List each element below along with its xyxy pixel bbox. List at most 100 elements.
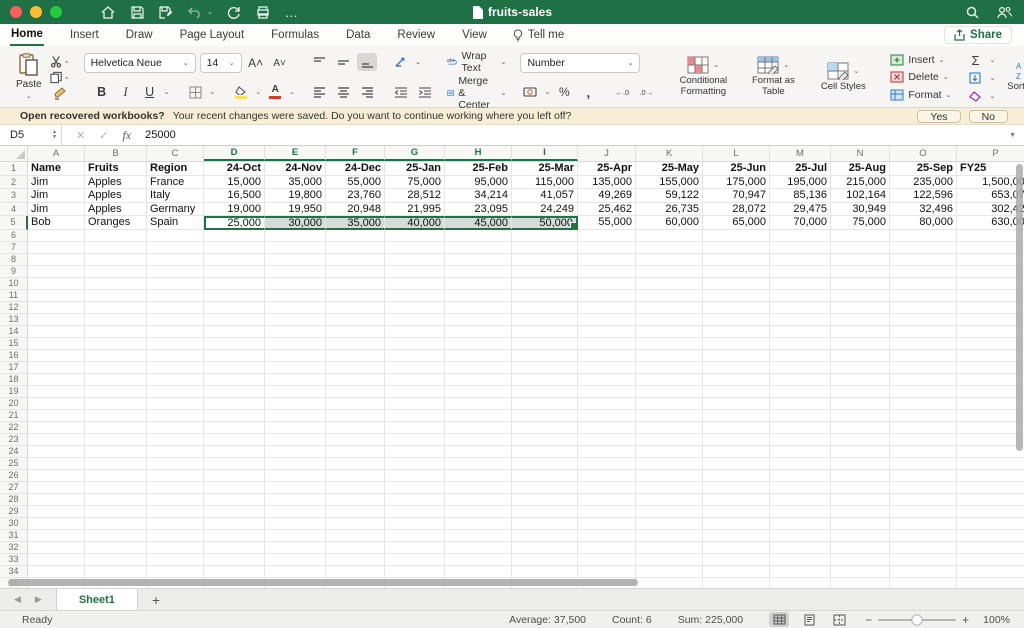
cell-L32[interactable]	[703, 542, 770, 554]
cell-D31[interactable]	[204, 530, 265, 542]
cell-D32[interactable]	[204, 542, 265, 554]
cell-I15[interactable]	[512, 338, 578, 350]
format-as-table-button[interactable]: ⌄ Format as Table	[740, 55, 806, 99]
row-header-22[interactable]: 22	[0, 422, 28, 434]
cell-B18[interactable]	[85, 374, 147, 386]
cell-F34[interactable]	[326, 566, 385, 578]
cell-O10[interactable]	[890, 278, 957, 290]
cell-J8[interactable]	[578, 254, 636, 266]
cell-P17[interactable]	[957, 362, 1024, 374]
cell-M13[interactable]	[770, 314, 831, 326]
cell-D12[interactable]	[204, 302, 265, 314]
cell-E21[interactable]	[265, 410, 326, 422]
cell-J7[interactable]	[578, 242, 636, 254]
cell-C24[interactable]	[147, 446, 204, 458]
cell-N9[interactable]	[831, 266, 890, 278]
row-header-4[interactable]: 4	[0, 203, 28, 217]
cell-G27[interactable]	[385, 482, 445, 494]
cell-H10[interactable]	[445, 278, 512, 290]
cell-C2[interactable]: France	[147, 176, 204, 190]
cell-K29[interactable]	[636, 506, 703, 518]
cell-P26[interactable]	[957, 470, 1024, 482]
cell-A16[interactable]	[28, 350, 85, 362]
cell-K7[interactable]	[636, 242, 703, 254]
cell-D20[interactable]	[204, 398, 265, 410]
cell-K14[interactable]	[636, 326, 703, 338]
cell-N10[interactable]	[831, 278, 890, 290]
cell-N27[interactable]	[831, 482, 890, 494]
cell-M14[interactable]	[770, 326, 831, 338]
cell-M26[interactable]	[770, 470, 831, 482]
tab-draw[interactable]: Draw	[125, 26, 154, 45]
cell-N6[interactable]	[831, 230, 890, 242]
cell-J29[interactable]	[578, 506, 636, 518]
cell-H9[interactable]	[445, 266, 512, 278]
cell-A34[interactable]	[28, 566, 85, 578]
cell-L21[interactable]	[703, 410, 770, 422]
cell-J14[interactable]	[578, 326, 636, 338]
cell-E12[interactable]	[265, 302, 326, 314]
cell-H20[interactable]	[445, 398, 512, 410]
cell-G3[interactable]: 28,512	[385, 189, 445, 203]
cell-K18[interactable]	[636, 374, 703, 386]
cell-A33[interactable]	[28, 554, 85, 566]
cell-P35[interactable]	[957, 578, 1024, 589]
cell-P8[interactable]	[957, 254, 1024, 266]
cell-F26[interactable]	[326, 470, 385, 482]
cell-B1[interactable]: Fruits	[85, 162, 147, 176]
cell-O8[interactable]	[890, 254, 957, 266]
cell-N13[interactable]	[831, 314, 890, 326]
column-header-A[interactable]: A	[28, 146, 85, 161]
cell-F2[interactable]: 55,000	[326, 176, 385, 190]
cell-C13[interactable]	[147, 314, 204, 326]
cell-D14[interactable]	[204, 326, 265, 338]
cell-J20[interactable]	[578, 398, 636, 410]
row-header-6[interactable]: 6	[0, 230, 28, 242]
cell-O27[interactable]	[890, 482, 957, 494]
row-header-2[interactable]: 2	[0, 176, 28, 190]
cell-I34[interactable]	[512, 566, 578, 578]
cell-M31[interactable]	[770, 530, 831, 542]
cell-P20[interactable]	[957, 398, 1024, 410]
decrease-font-icon[interactable]: A˅	[270, 54, 290, 72]
cell-H4[interactable]: 23,095	[445, 203, 512, 217]
cell-A12[interactable]	[28, 302, 85, 314]
column-header-P[interactable]: P	[957, 146, 1024, 161]
cell-N26[interactable]	[831, 470, 890, 482]
cell-J32[interactable]	[578, 542, 636, 554]
cell-D18[interactable]	[204, 374, 265, 386]
cell-B29[interactable]	[85, 506, 147, 518]
search-icon[interactable]	[964, 4, 980, 20]
zoom-out-icon[interactable]: −	[865, 613, 872, 627]
cell-K33[interactable]	[636, 554, 703, 566]
cell-C22[interactable]	[147, 422, 204, 434]
cell-B13[interactable]	[85, 314, 147, 326]
cell-I33[interactable]	[512, 554, 578, 566]
cell-B16[interactable]	[85, 350, 147, 362]
row-header-28[interactable]: 28	[0, 494, 28, 506]
cell-G21[interactable]	[385, 410, 445, 422]
cell-P12[interactable]	[957, 302, 1024, 314]
cell-L1[interactable]: 25-Jun	[703, 162, 770, 176]
cell-O5[interactable]: 80,000	[890, 216, 957, 230]
cell-F9[interactable]	[326, 266, 385, 278]
cell-O29[interactable]	[890, 506, 957, 518]
italic-button[interactable]: I	[116, 83, 136, 101]
cell-M9[interactable]	[770, 266, 831, 278]
row-header-3[interactable]: 3	[0, 189, 28, 203]
cell-B31[interactable]	[85, 530, 147, 542]
cell-K34[interactable]	[636, 566, 703, 578]
cell-O18[interactable]	[890, 374, 957, 386]
next-sheet-icon[interactable]: ▶	[35, 594, 42, 605]
cell-P25[interactable]	[957, 458, 1024, 470]
cell-N18[interactable]	[831, 374, 890, 386]
row-header-30[interactable]: 30	[0, 518, 28, 530]
cell-H25[interactable]	[445, 458, 512, 470]
cell-A9[interactable]	[28, 266, 85, 278]
people-icon[interactable]	[996, 4, 1012, 20]
cell-J4[interactable]: 25,462	[578, 203, 636, 217]
cell-E23[interactable]	[265, 434, 326, 446]
cell-F21[interactable]	[326, 410, 385, 422]
cell-A29[interactable]	[28, 506, 85, 518]
row-header-7[interactable]: 7	[0, 242, 28, 254]
